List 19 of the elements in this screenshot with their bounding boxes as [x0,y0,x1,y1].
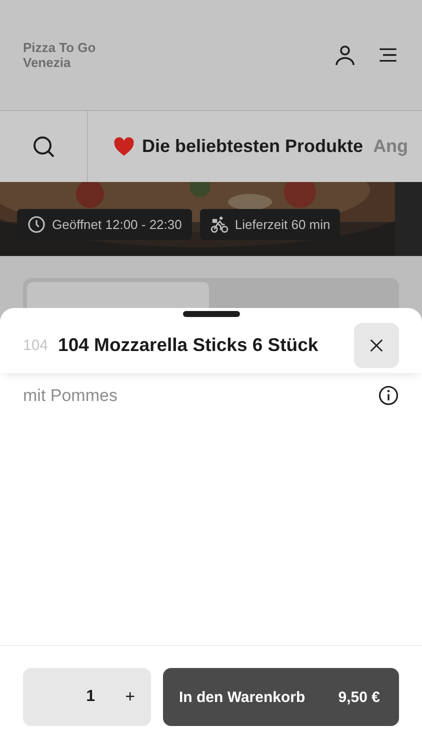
quantity-value: 1 [86,688,96,706]
info-badge: Geöffnet 12:00 - 22:30 [17,209,192,240]
user-icon[interactable] [333,43,357,67]
info-icon[interactable] [378,385,399,406]
cyclist-icon [210,215,229,234]
category-tab[interactable]: Die beliebtesten Produkte [142,136,364,157]
product-number: 104 [23,336,48,354]
clock-icon [27,215,46,234]
product-description: mit Pommes [23,386,118,406]
close-icon [368,336,385,354]
price-text: 9,50 € [338,688,380,706]
drag-handle[interactable] [182,311,240,317]
info-badge: Lieferzeit 60 min [200,209,340,240]
search-icon[interactable] [32,134,56,158]
increment-button[interactable]: + [125,687,135,707]
close-button[interactable] [354,322,399,368]
heart-icon [112,136,136,158]
add-to-cart-button[interactable]: In den Warenkorb 9,50 € [163,668,399,726]
product-title: 104 Mozzarella Sticks 6 Stück [58,334,320,356]
